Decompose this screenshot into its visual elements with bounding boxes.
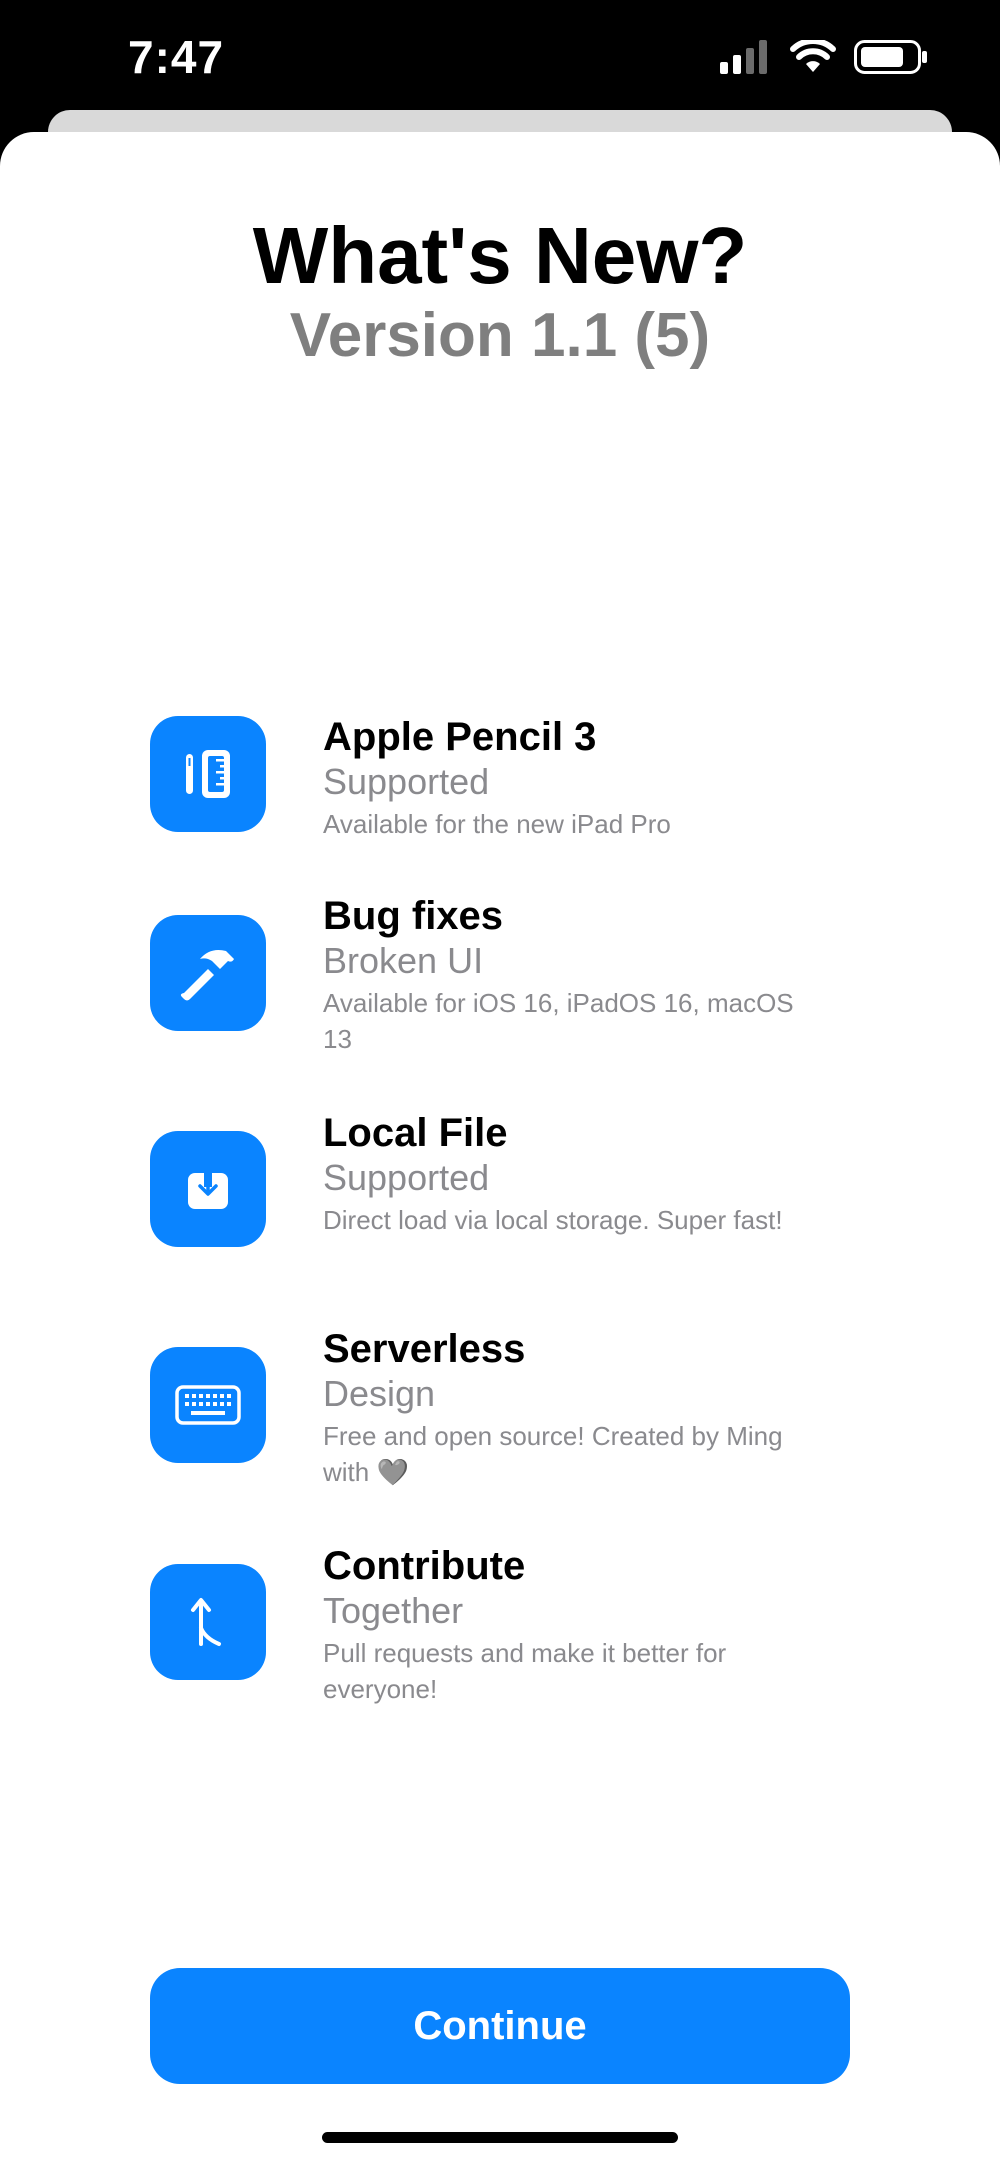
page-title: What's New? <box>252 211 748 300</box>
feature-description: Free and open source! Created by Ming wi… <box>323 1421 783 1487</box>
pencil-ruler-icon <box>150 716 266 832</box>
feature-title: Apple Pencil 3 <box>323 715 597 759</box>
download-tray-icon <box>150 1131 266 1247</box>
feature-text: Bug fixes Broken UI Available for iOS 16… <box>323 893 823 1057</box>
feature-subtitle: Supported <box>323 1157 490 1198</box>
feature-title: Contribute <box>323 1544 526 1588</box>
wifi-icon <box>790 40 836 72</box>
version-label: Version 1.1 (5) <box>289 301 711 370</box>
merge-arrow-icon <box>150 1564 266 1680</box>
status-bar: 7:47 <box>0 0 1000 120</box>
keyboard-icon <box>150 1347 266 1463</box>
feature-text: Local File Supported Direct load via loc… <box>323 1110 823 1238</box>
feature-description: Pull requests and make it better for eve… <box>323 1638 727 1704</box>
status-icons <box>720 40 928 74</box>
feature-title: Bug fixes <box>323 894 504 938</box>
feature-subtitle: Broken UI <box>323 940 484 981</box>
feature-subtitle: Together <box>323 1590 464 1631</box>
status-time: 7:47 <box>128 31 225 83</box>
feature-text: Apple Pencil 3 Supported Available for t… <box>323 714 823 842</box>
feature-title: Serverless <box>323 1327 526 1371</box>
feature-subtitle: Supported <box>323 761 490 802</box>
feature-text: Serverless Design Free and open source! … <box>323 1326 823 1490</box>
feature-description: Direct load via local storage. Super fas… <box>323 1205 783 1235</box>
feature-description: Available for the new iPad Pro <box>323 809 671 839</box>
home-indicator[interactable] <box>322 2132 678 2143</box>
feature-subtitle: Design <box>323 1373 436 1414</box>
feature-description: Available for iOS 16, iPadOS 16, macOS 1… <box>323 988 794 1054</box>
signal-icon <box>720 40 767 74</box>
feature-text: Contribute Together Pull requests and ma… <box>323 1543 823 1707</box>
hammer-icon <box>150 915 266 1031</box>
feature-title: Local File <box>323 1111 508 1155</box>
battery-icon <box>854 40 927 74</box>
continue-button[interactable]: Continue <box>150 1968 850 2084</box>
